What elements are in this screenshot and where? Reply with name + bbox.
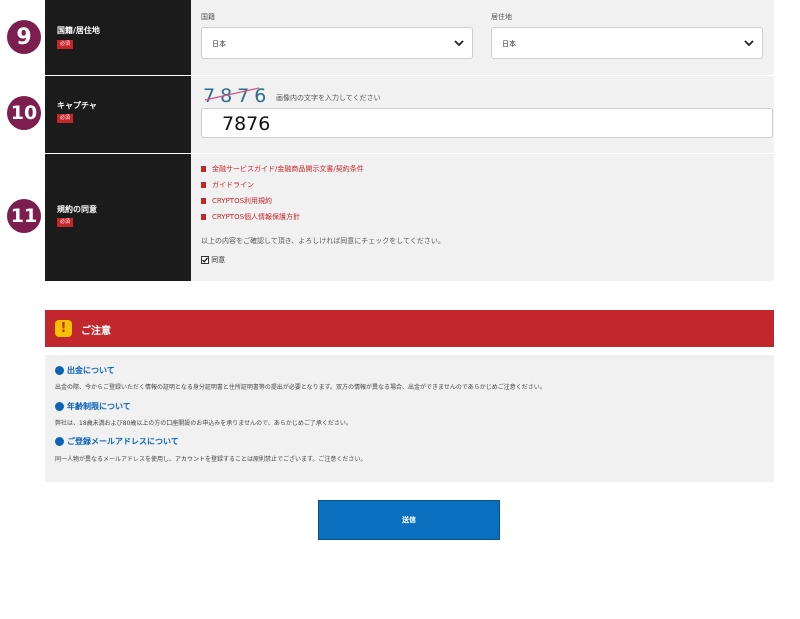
captcha-image: 7876 — [201, 83, 271, 105]
chevron-down-icon — [744, 40, 754, 47]
agree-checkbox-label: 同意 — [211, 256, 226, 264]
notice-heading-withdrawal: 出金について — [55, 365, 115, 376]
notice-text-age: 弊社は、18歳未満および80歳以上の方の口座開設のお申込みを承りませんので、あら… — [55, 420, 352, 427]
nationality-row: 国籍/居住地 必須 国籍 居住地 日本 日本 — [45, 0, 774, 75]
chevron-down-icon — [454, 40, 464, 47]
nationality-field-cell: 国籍 居住地 日本 日本 — [191, 0, 774, 75]
document-icon — [201, 214, 206, 220]
circle-bullet-icon — [55, 437, 64, 446]
terms-link-privacy-policy[interactable]: CRYPTOS個人情報保護方針 — [201, 212, 300, 222]
document-icon — [201, 198, 206, 204]
agreement-label-cell: 規約の同意 必須 — [45, 154, 191, 281]
notice-text-email: 同一人物が異なるメールアドレスを使用し、アカウントを登録することは原則禁止でござ… — [55, 456, 367, 463]
nationality-label: 国籍/居住地 — [57, 26, 100, 35]
warning-icon: ! — [55, 320, 72, 337]
residence-caption: 居住地 — [491, 13, 512, 21]
residence-select-value: 日本 — [502, 40, 516, 48]
step-10-badge: 10 — [7, 96, 41, 130]
captcha-input[interactable]: 7876 — [201, 108, 773, 138]
terms-link-guideline[interactable]: ガイドライン — [201, 180, 254, 190]
captcha-instruction: 画像内の文字を入力してください — [276, 94, 381, 102]
nationality-select-value: 日本 — [212, 40, 226, 48]
notice-header: ! ご注意 — [45, 310, 774, 347]
required-badge: 必須 — [57, 218, 74, 227]
terms-link-financial-guide[interactable]: 金融サービスガイド/金融商品開示文書/契約条件 — [201, 164, 364, 174]
captcha-input-value: 7876 — [222, 113, 271, 135]
captcha-label-cell: キャプチャ 必須 — [45, 76, 191, 153]
captcha-field-cell: 7876 画像内の文字を入力してください 7876 — [191, 76, 774, 153]
checkbox-checked-icon — [201, 256, 209, 264]
notice-text-withdrawal: 出金の際、今からご登録いただく情報の証明となる身分証明書と住所証明書等の提出が必… — [55, 384, 546, 391]
nationality-select[interactable]: 日本 — [201, 27, 473, 59]
nationality-label-cell: 国籍/居住地 必須 — [45, 0, 191, 75]
agree-checkbox[interactable]: 同意 — [201, 255, 225, 265]
terms-link-terms-of-use[interactable]: CRYPTOS利用規約 — [201, 196, 272, 206]
step-9-badge: 9 — [7, 20, 41, 54]
document-icon — [201, 182, 206, 188]
circle-bullet-icon — [55, 402, 64, 411]
notice-title: ご注意 — [81, 326, 111, 337]
agreement-row: 規約の同意 必須 金融サービスガイド/金融商品開示文書/契約条件 ガイドライン … — [45, 154, 774, 281]
captcha-label: キャプチャ — [57, 101, 97, 110]
captcha-row: キャプチャ 必須 7876 画像内の文字を入力してください 7876 — [45, 76, 774, 153]
captcha-image-text: 7876 — [203, 85, 271, 105]
submit-button[interactable]: 送信 — [318, 500, 500, 540]
circle-bullet-icon — [55, 366, 64, 375]
step-11-badge: 11 — [7, 199, 41, 233]
notice-heading-age: 年齢制限について — [55, 401, 131, 412]
notice-body: 出金について 出金の際、今からご登録いただく情報の証明となる身分証明書と住所証明… — [45, 355, 774, 482]
document-icon — [201, 166, 206, 172]
agreement-label: 規約の同意 — [57, 205, 97, 214]
residence-select[interactable]: 日本 — [491, 27, 763, 59]
notice-heading-email: ご登録メールアドレスについて — [55, 436, 179, 447]
agreement-field-cell: 金融サービスガイド/金融商品開示文書/契約条件 ガイドライン CRYPTOS利用… — [191, 154, 774, 281]
nationality-caption: 国籍 — [201, 13, 215, 21]
agreement-instruction: 以上の内容をご確認して頂き、よろしければ同意にチェックをしてください。 — [201, 237, 445, 245]
required-badge: 必須 — [57, 40, 74, 49]
required-badge: 必須 — [57, 114, 74, 123]
